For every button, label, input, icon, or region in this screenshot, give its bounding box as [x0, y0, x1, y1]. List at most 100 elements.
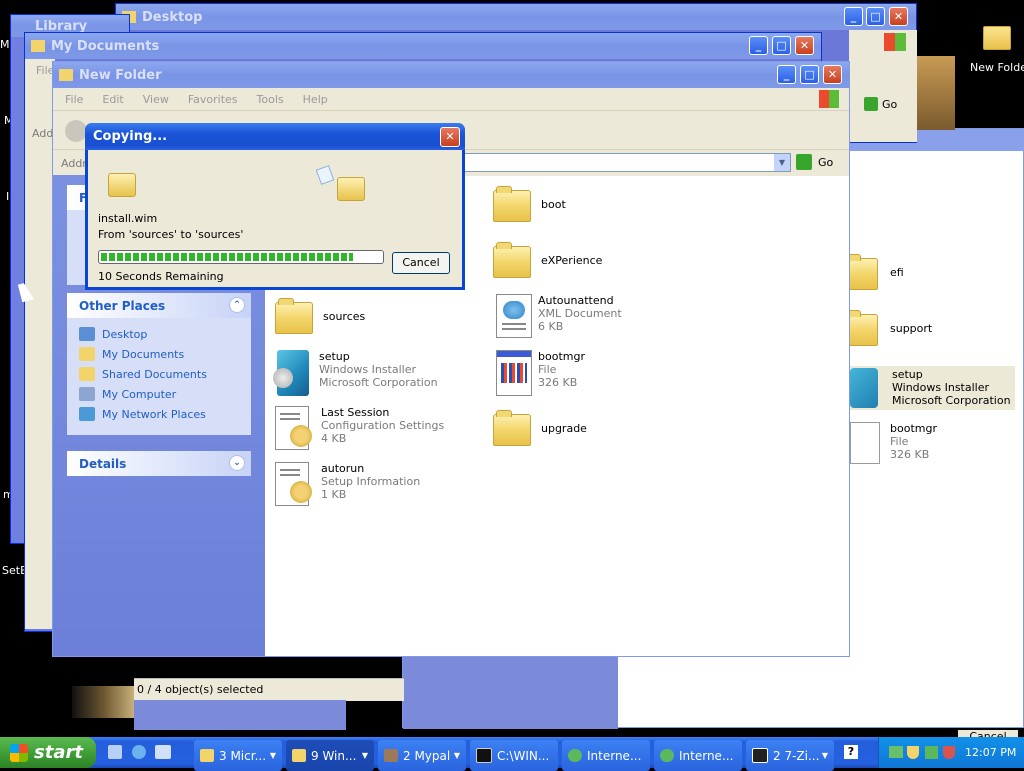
file-icon: [496, 350, 532, 396]
computer-icon: [79, 387, 95, 401]
menu-file[interactable]: File: [65, 93, 83, 106]
chevron-down-icon: ▼: [821, 751, 828, 760]
item-autounattend[interactable]: Autounattend XML Document 6 KB: [493, 294, 622, 338]
xp-logo-icon: [884, 33, 906, 51]
folder-icon: [493, 410, 531, 446]
dialog-title-bar[interactable]: Copying...: [85, 123, 465, 150]
system-tray: 12:07 PM: [878, 737, 1024, 768]
item-upgrade[interactable]: upgrade: [493, 410, 587, 446]
item-name: bootmgr: [890, 422, 937, 435]
windows-logo-icon: [10, 743, 28, 762]
place-shared-documents[interactable]: Shared Documents: [79, 364, 251, 384]
item-bootmgr[interactable]: bootmgr File 326 KB: [493, 350, 585, 396]
close-button[interactable]: ✕: [823, 65, 842, 84]
maximize-button[interactable]: □: [800, 65, 819, 84]
folder-icon: [79, 347, 95, 361]
other-places-panel: Other Places ⌃ Desktop My Documents Shar…: [67, 293, 251, 435]
title-bar[interactable]: My Documents: [25, 33, 821, 59]
security-tray-icon[interactable]: [907, 746, 919, 759]
bg-item-efi[interactable]: efi: [842, 254, 904, 290]
bg-item-setup[interactable]: setup Windows Installer Microsoft Corpor…: [846, 366, 1015, 410]
chevron-down-icon[interactable]: ▼: [774, 154, 790, 171]
item-name: efi: [890, 266, 904, 279]
chevron-down-icon: ▼: [361, 751, 368, 760]
copy-progress-bar: [98, 250, 384, 264]
destination-folder-icon: [337, 177, 365, 201]
item-type: File: [890, 435, 909, 448]
item-extra: 326 KB: [890, 448, 930, 461]
other-places-header[interactable]: Other Places ⌃: [67, 293, 251, 318]
details-header[interactable]: Details ⌄: [67, 451, 251, 476]
menu-tools[interactable]: Tools: [257, 93, 284, 106]
shield-tray-icon[interactable]: [943, 746, 955, 759]
maximize-button[interactable]: □: [866, 7, 885, 26]
network-tray-icon[interactable]: [889, 746, 903, 758]
minimize-button[interactable]: _: [844, 7, 863, 26]
bg-item-bootmgr[interactable]: bootmgr File 326 KB: [850, 422, 937, 464]
taskbar-button-mypal[interactable]: 2 Mypal ▼: [378, 740, 466, 771]
item-type: Windows Installer: [892, 381, 990, 394]
menu-help[interactable]: Help: [303, 93, 328, 106]
title-bar[interactable]: New Folder: [53, 62, 849, 88]
item-sources[interactable]: sources: [275, 298, 365, 334]
taskbar-button-cmd[interactable]: C:\WIN...: [470, 740, 558, 771]
minimize-button[interactable]: _: [777, 65, 796, 84]
desktop-new-folder[interactable]: New Folder: [970, 26, 1024, 74]
expand-icon[interactable]: ⌄: [229, 455, 245, 471]
item-experience[interactable]: eXPerience: [493, 242, 602, 278]
start-button[interactable]: start: [0, 737, 96, 768]
taskbar-button-7zip[interactable]: 2 7-Zi... ▼: [746, 740, 834, 771]
item-boot[interactable]: boot: [493, 186, 566, 222]
title-bar[interactable]: Desktop: [116, 4, 916, 30]
go-button[interactable]: Go: [796, 154, 833, 170]
place-my-network-places[interactable]: My Network Places: [79, 404, 251, 424]
explorer-quicklaunch-icon[interactable]: [155, 745, 171, 759]
show-desktop-icon[interactable]: [108, 745, 122, 759]
item-extra: Microsoft Corporation: [892, 394, 1011, 407]
item-autorun[interactable]: autorun Setup Information 1 KB: [273, 462, 420, 506]
ie-icon: [568, 749, 582, 762]
folder-icon: [983, 26, 1011, 50]
item-last-session[interactable]: Last Session Configuration Settings 4 KB: [273, 406, 444, 450]
copy-progress-fill: [101, 253, 353, 261]
taskbar-button-internet-2[interactable]: Interne...: [654, 740, 742, 771]
maximize-button[interactable]: □: [772, 36, 791, 55]
collapse-icon[interactable]: ⌃: [229, 297, 245, 313]
taskbar-button-micr[interactable]: 3 Micr... ▼: [194, 740, 282, 771]
taskbar-button-windows[interactable]: 9 Win... ▼: [286, 740, 374, 771]
place-my-documents[interactable]: My Documents: [79, 344, 251, 364]
menu-favorites[interactable]: Favorites: [188, 93, 238, 106]
bg-item-support[interactable]: support: [842, 310, 932, 346]
go-arrow-icon: [864, 97, 878, 111]
item-name: support: [890, 322, 933, 335]
details-panel: Details ⌄: [67, 451, 251, 476]
cmd-icon: [476, 748, 492, 763]
clock[interactable]: 12:07 PM: [965, 746, 1016, 759]
place-desktop[interactable]: Desktop: [79, 324, 251, 344]
cancel-button[interactable]: Cancel: [392, 252, 450, 274]
taskbar-button-internet-1[interactable]: Interne...: [562, 740, 650, 771]
7zip-icon: [752, 748, 768, 763]
back-icon[interactable]: [65, 120, 87, 142]
chevron-down-icon: ▼: [453, 751, 460, 760]
desktop-icon: [79, 327, 95, 341]
item-setup[interactable]: setup Windows Installer Microsoft Corpor…: [273, 350, 438, 396]
source-folder-icon: [108, 173, 136, 197]
place-my-computer[interactable]: My Computer: [79, 384, 251, 404]
folder-icon: [275, 298, 313, 334]
desktop-new-folder-label: New Folder: [970, 61, 1024, 74]
help-icon[interactable]: ?: [844, 745, 858, 759]
close-button[interactable]: ✕: [795, 36, 814, 55]
ie-icon: [660, 749, 674, 762]
update-tray-icon[interactable]: [925, 746, 938, 759]
folder-icon: [59, 69, 73, 81]
menu-edit[interactable]: Edit: [102, 93, 123, 106]
close-button[interactable]: ✕: [889, 7, 908, 26]
taskbar: start 3 Micr... ▼ 9 Win... ▼ 2 Mypal ▼ C…: [0, 737, 1024, 771]
ie-quicklaunch-icon[interactable]: [132, 745, 146, 759]
go-button[interactable]: Go: [864, 97, 897, 111]
minimize-button[interactable]: _: [749, 36, 768, 55]
flying-paper-icon: [315, 165, 335, 185]
close-button[interactable]: ✕: [440, 127, 460, 147]
menu-view[interactable]: View: [143, 93, 169, 106]
